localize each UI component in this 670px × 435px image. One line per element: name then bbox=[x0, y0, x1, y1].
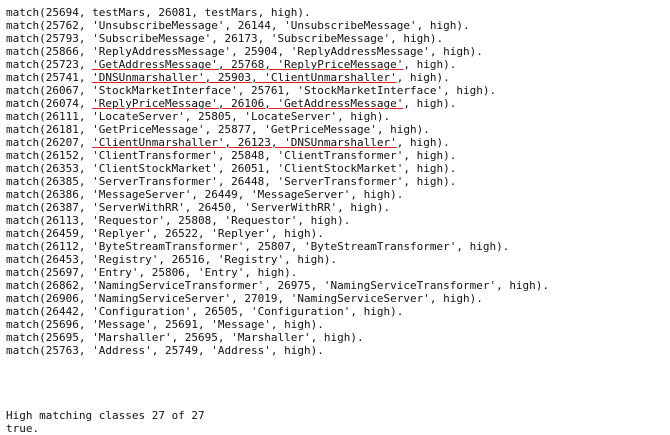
console-line: match(26181, 'GetPriceMessage', 25877, '… bbox=[6, 123, 666, 136]
console-line-text: match(26111, 'LocateServer', 25805, 'Loc… bbox=[6, 110, 391, 123]
console-line-text: match(26862, 'NamingServiceTransformer',… bbox=[6, 279, 550, 292]
console-line-text: match(26906, 'NamingServiceServer', 2701… bbox=[6, 292, 483, 305]
console-line-text: match(26453, 'Registry', 26516, 'Registr… bbox=[6, 253, 338, 266]
console-line-text: match(26459, 'Replyer', 26522, 'Replyer'… bbox=[6, 227, 324, 240]
highlighted-mismatch: 'ClientUnmarshaller', 26123, 'DNSUnmarsh… bbox=[92, 136, 397, 149]
console-line: match(26906, 'NamingServiceServer', 2701… bbox=[6, 292, 666, 305]
console-line: match(26353, 'ClientStockMarket', 26051,… bbox=[6, 162, 666, 175]
console-line: match(25723, 'GetAddressMessage', 25768,… bbox=[6, 58, 666, 71]
console-line: match(25741, 'DNSUnmarshaller', 25903, '… bbox=[6, 71, 666, 84]
console-line-text: , high). bbox=[396, 136, 450, 149]
console-line-text: , high). bbox=[396, 71, 450, 84]
console-line-text: match(26207, bbox=[6, 136, 93, 149]
console-line-text: match(25723, bbox=[6, 58, 93, 71]
console-line-text: match(25866, 'ReplyAddressMessage', 2590… bbox=[6, 45, 483, 58]
console-line-text: match(26353, 'ClientStockMarket', 26051,… bbox=[6, 162, 457, 175]
console-line: match(25697, 'Entry', 25806, 'Entry', hi… bbox=[6, 266, 666, 279]
console-line: match(25696, 'Message', 25691, 'Message'… bbox=[6, 318, 666, 331]
console-line: match(25793, 'SubscribeMessage', 26173, … bbox=[6, 32, 666, 45]
console-line-text: match(25696, 'Message', 25691, 'Message'… bbox=[6, 318, 324, 331]
console-line-text: match(25793, 'SubscribeMessage', 26173, … bbox=[6, 32, 444, 45]
console-output: match(25694, testMars, 26081, testMars, … bbox=[6, 6, 666, 435]
console-line-text: match(26442, 'Configuration', 26505, 'Co… bbox=[6, 305, 404, 318]
console-line-text: match(26181, 'GetPriceMessage', 25877, '… bbox=[6, 123, 430, 136]
console-line-text: match(25763, 'Address', 25749, 'Address'… bbox=[6, 344, 324, 357]
highlighted-mismatch: 'ReplyPriceMessage', 26106, 'GetAddressM… bbox=[92, 97, 404, 110]
console-line: match(26207, 'ClientUnmarshaller', 26123… bbox=[6, 136, 666, 149]
highlighted-mismatch: 'DNSUnmarshaller', 25903, 'ClientUnmarsh… bbox=[92, 71, 397, 84]
console-line-text: match(26387, 'ServerWithRR', 26450, 'Ser… bbox=[6, 201, 391, 214]
console-line-text: match(26074, bbox=[6, 97, 93, 110]
console-line-text: match(25697, 'Entry', 25806, 'Entry', hi… bbox=[6, 266, 298, 279]
console-line: match(25763, 'Address', 25749, 'Address'… bbox=[6, 344, 666, 357]
console-line-text: match(25741, bbox=[6, 71, 93, 84]
console-line: match(26459, 'Replyer', 26522, 'Replyer'… bbox=[6, 227, 666, 240]
console-line-text: match(26112, 'ByteStreamTransformer', 25… bbox=[6, 240, 510, 253]
console-line: match(25762, 'UnsubscribeMessage', 26144… bbox=[6, 19, 666, 32]
console-line: match(26862, 'NamingServiceTransformer',… bbox=[6, 279, 666, 292]
summary-line: High matching classes 27 of 27 bbox=[6, 409, 205, 422]
highlighted-mismatch: 'GetAddressMessage', 25768, 'ReplyPriceM… bbox=[92, 58, 404, 71]
console-line: match(26067, 'StockMarketInterface', 257… bbox=[6, 84, 666, 97]
result-line: true. bbox=[6, 422, 40, 435]
console-line: match(25694, testMars, 26081, testMars, … bbox=[6, 6, 666, 19]
console-line: match(26386, 'MessageServer', 26449, 'Me… bbox=[6, 188, 666, 201]
console-line: match(26112, 'ByteStreamTransformer', 25… bbox=[6, 240, 666, 253]
console-line-text: match(26152, 'ClientTransformer', 25848,… bbox=[6, 149, 457, 162]
console-line-text: match(25694, testMars, 26081, testMars, … bbox=[6, 6, 311, 19]
console-line: match(25866, 'ReplyAddressMessage', 2590… bbox=[6, 45, 666, 58]
console-line-text: , high). bbox=[403, 58, 457, 71]
console-line-text: match(26385, 'ServerTransformer', 26448,… bbox=[6, 175, 457, 188]
console-line: match(26074, 'ReplyPriceMessage', 26106,… bbox=[6, 97, 666, 110]
match-lines: match(25694, testMars, 26081, testMars, … bbox=[6, 6, 666, 357]
console-line-text: , high). bbox=[403, 97, 457, 110]
console-line: match(26387, 'ServerWithRR', 26450, 'Ser… bbox=[6, 201, 666, 214]
console-line: match(25695, 'Marshaller', 25695, 'Marsh… bbox=[6, 331, 666, 344]
console-line: match(26111, 'LocateServer', 25805, 'Loc… bbox=[6, 110, 666, 123]
console-line: match(26442, 'Configuration', 26505, 'Co… bbox=[6, 305, 666, 318]
console-line-text: match(25762, 'UnsubscribeMessage', 26144… bbox=[6, 19, 470, 32]
console-line: match(26152, 'ClientTransformer', 25848,… bbox=[6, 149, 666, 162]
console-line: match(26453, 'Registry', 26516, 'Registr… bbox=[6, 253, 666, 266]
console-line: match(26113, 'Requestor', 25808, 'Reques… bbox=[6, 214, 666, 227]
console-line-text: match(25695, 'Marshaller', 25695, 'Marsh… bbox=[6, 331, 364, 344]
console-line-text: match(26113, 'Requestor', 25808, 'Reques… bbox=[6, 214, 351, 227]
console-line-text: match(26386, 'MessageServer', 26449, 'Me… bbox=[6, 188, 404, 201]
console-line: match(26385, 'ServerTransformer', 26448,… bbox=[6, 175, 666, 188]
console-line-text: match(26067, 'StockMarketInterface', 257… bbox=[6, 84, 497, 97]
